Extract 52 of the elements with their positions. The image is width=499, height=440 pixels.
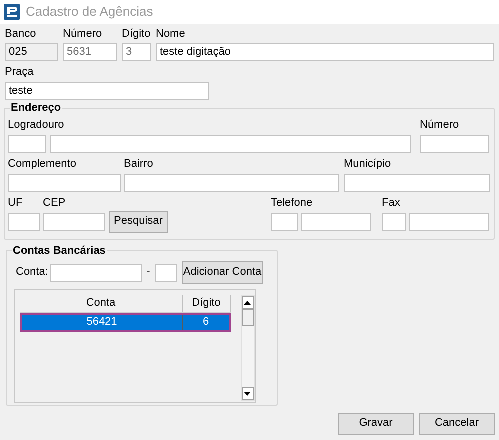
input-field[interactable]	[8, 174, 121, 192]
field-label: Dígito	[122, 27, 151, 42]
input-field[interactable]	[8, 134, 46, 152]
up-arrow-icon	[244, 300, 252, 304]
input-field[interactable]: 025	[5, 43, 58, 61]
button[interactable]: Gravar	[338, 412, 414, 434]
table-cell-text: 6	[202, 315, 210, 330]
app-logo-icon	[4, 4, 20, 20]
scroll-thumb[interactable]	[242, 309, 254, 326]
field-label: Praça	[5, 65, 35, 80]
field-label: CEP	[43, 196, 67, 210]
table-row[interactable]: 56421 6	[20, 313, 231, 332]
scroll-up-button[interactable]	[242, 296, 254, 309]
button[interactable]: Cancelar	[419, 412, 495, 434]
field-label: Município	[344, 156, 392, 172]
field-label: Bairro	[124, 156, 154, 172]
input-field[interactable]	[420, 134, 489, 152]
input-field[interactable]	[344, 174, 490, 192]
input-field[interactable]	[382, 212, 406, 230]
input-field[interactable]	[8, 212, 40, 230]
scrollbar[interactable]	[240, 295, 255, 401]
button[interactable]: Pesquisar	[109, 210, 168, 232]
group-title: Contas Bancárias	[12, 244, 107, 258]
scroll-down-button[interactable]	[242, 387, 254, 400]
input-field[interactable]	[50, 134, 411, 152]
field-label: Número	[63, 27, 104, 42]
window-title: Cadastro de Agências	[26, 3, 154, 22]
column-header[interactable]: Dígito	[183, 295, 231, 312]
field-label: Nome	[156, 27, 186, 42]
field-label: Fax	[382, 196, 402, 210]
column-header[interactable]: Conta	[20, 295, 183, 312]
input-field[interactable]: teste	[5, 82, 209, 100]
down-arrow-icon	[244, 392, 252, 396]
button[interactable]: Adicionar Conta	[182, 261, 263, 284]
field-label: Conta:	[16, 265, 50, 280]
input-field[interactable]	[50, 264, 142, 282]
input-field[interactable]	[409, 212, 489, 230]
field-label: Telefone	[271, 196, 314, 210]
field-label: Banco	[5, 27, 38, 42]
separator-text: -	[146, 265, 152, 280]
input-field[interactable]	[43, 212, 105, 230]
input-field[interactable]	[301, 212, 371, 230]
field-label: UF	[8, 196, 24, 210]
input-field[interactable]	[124, 174, 339, 192]
field-label: Complemento	[8, 156, 78, 172]
input-field[interactable]	[155, 264, 177, 282]
group-title: Endereço	[10, 101, 62, 116]
table-cell: 56421	[22, 315, 183, 330]
field-label: Número	[420, 118, 460, 132]
input-field[interactable]	[271, 212, 298, 230]
field-label: Logradouro	[8, 118, 66, 132]
input-field[interactable]: teste digitação	[156, 43, 494, 61]
